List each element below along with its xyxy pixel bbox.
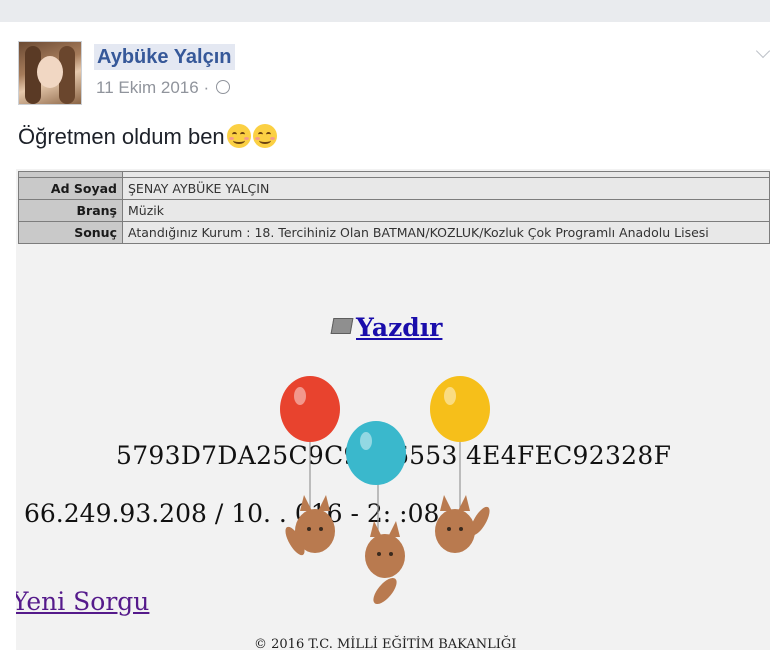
cat-left (285, 495, 335, 556)
post-meta: 11 Ekim 2016 · (96, 78, 230, 98)
balloons-sticker (280, 376, 490, 605)
avatar[interactable] (18, 41, 82, 105)
printer-icon (330, 318, 354, 334)
row-value: Atandığınız Kurum : 18. Tercihiniz Olan … (122, 221, 770, 244)
meta-separator: · (203, 78, 210, 97)
result-table: Ad Soyad ŞENAY AYBÜKE YALÇIN Branş Müzik… (18, 171, 770, 244)
smiling-face-emoji-icon (226, 124, 251, 148)
table-row: Branş Müzik (18, 199, 770, 222)
globe-icon[interactable] (215, 80, 230, 94)
author-name-link[interactable]: Aybüke Yalçın (94, 44, 235, 70)
cat-right (435, 495, 490, 553)
new-query-link[interactable]: Yeni Sorgu (16, 587, 149, 616)
status-message: Öğretmen oldum ben (18, 124, 225, 149)
attached-photo[interactable]: Ad Soyad ŞENAY AYBÜKE YALÇIN Branş Müzik… (16, 169, 770, 650)
status-text: Öğretmen oldum ben (18, 124, 277, 150)
post-date-link[interactable]: 11 Ekim 2016 (96, 78, 199, 97)
table-row: Ad Soyad ŞENAY AYBÜKE YALÇIN (18, 177, 770, 200)
row-value: Müzik (122, 199, 770, 222)
red-balloon (280, 376, 340, 442)
print-link[interactable]: Yazdır (356, 313, 442, 342)
copyright-text: © 2016 T.C. MİLLİ EĞİTİM BAKANLIĞI (254, 637, 517, 650)
smiling-face-emoji-icon (252, 124, 277, 148)
blue-balloon (346, 421, 406, 485)
row-label: Ad Soyad (18, 177, 123, 200)
yellow-balloon (430, 376, 490, 442)
table-row: Sonuç Atandığınız Kurum : 18. Tercihiniz… (18, 221, 770, 244)
row-label: Sonuç (18, 221, 123, 244)
top-bar (0, 0, 770, 23)
cat-middle (365, 521, 405, 605)
row-value: ŞENAY AYBÜKE YALÇIN (122, 177, 770, 200)
post-card: Aybüke Yalçın 11 Ekim 2016 · Öğretmen ol… (0, 22, 770, 650)
chevron-down-icon[interactable] (755, 43, 770, 59)
print-section: Yazdır (330, 313, 442, 342)
row-label: Branş (18, 199, 123, 222)
